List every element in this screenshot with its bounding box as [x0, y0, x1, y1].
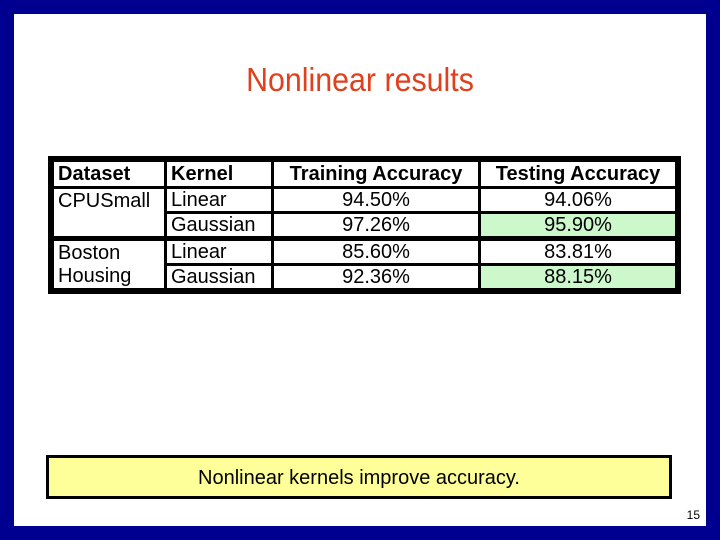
testing-accuracy-cell: 94.06%: [478, 186, 678, 214]
testing-accuracy-cell-highlighted: 95.90%: [478, 212, 678, 240]
table-row: Housing Gaussian 92.36% 88.15%: [51, 264, 678, 291]
training-accuracy-cell: 85.60%: [271, 236, 481, 266]
results-table-container: Dataset Kernel Training Accuracy Testing…: [48, 156, 681, 294]
table-header-row: Dataset Kernel Training Accuracy Testing…: [51, 159, 678, 189]
slide: Nonlinear results Dataset Kernel Trainin…: [14, 14, 706, 526]
header-kernel: Kernel: [164, 159, 274, 189]
slide-title: Nonlinear results: [246, 61, 474, 98]
results-table: Dataset Kernel Training Accuracy Testing…: [51, 159, 678, 291]
kernel-cell: Gaussian: [164, 264, 274, 291]
table-row: CPUSmall Linear 94.50% 94.06%: [51, 186, 678, 214]
dataset-cell: [51, 212, 167, 240]
table-row: Boston Linear 85.60% 83.81%: [51, 236, 678, 266]
header-training-accuracy: Training Accuracy: [271, 159, 481, 189]
dataset-cell: CPUSmall: [51, 186, 167, 213]
slide-number: 15: [686, 508, 700, 522]
table-row: Gaussian 97.26% 95.90%: [51, 212, 678, 240]
dataset-cell: Housing: [51, 264, 167, 291]
dataset-cell: Boston: [51, 236, 167, 265]
testing-accuracy-cell-highlighted: 88.15%: [478, 264, 678, 291]
testing-accuracy-cell: 83.81%: [478, 236, 678, 266]
kernel-cell: Linear: [164, 186, 274, 214]
header-dataset: Dataset: [51, 159, 167, 189]
training-accuracy-cell: 97.26%: [271, 212, 481, 240]
header-testing-accuracy: Testing Accuracy: [478, 159, 678, 189]
conclusion-callout: Nonlinear kernels improve accuracy.: [46, 455, 672, 499]
training-accuracy-cell: 94.50%: [271, 186, 481, 214]
kernel-cell: Linear: [164, 236, 274, 266]
kernel-cell: Gaussian: [164, 212, 274, 240]
training-accuracy-cell: 92.36%: [271, 264, 481, 291]
